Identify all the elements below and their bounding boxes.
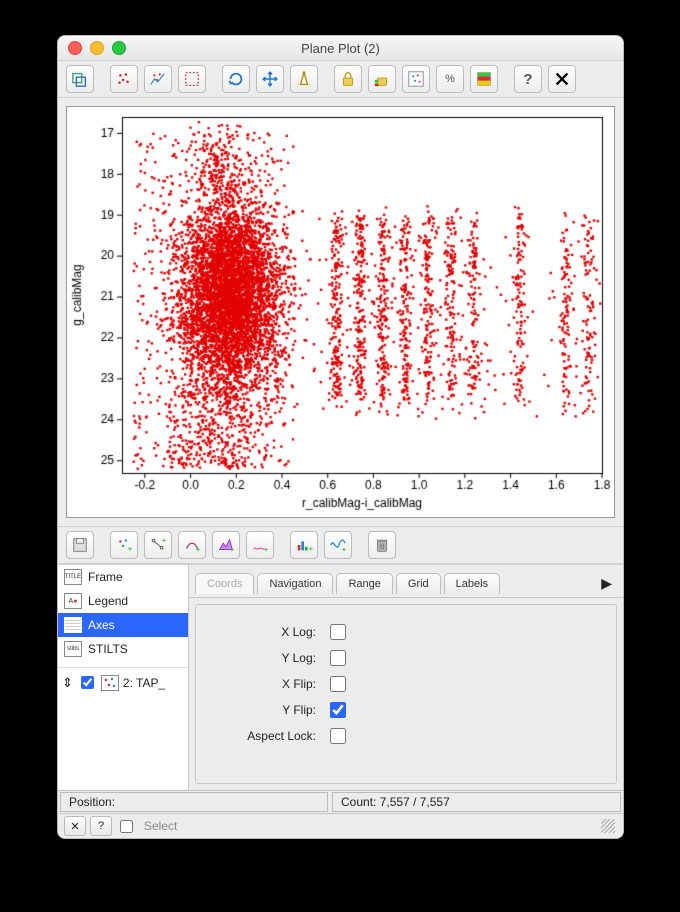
svg-text:+: + <box>309 544 314 553</box>
svg-text:+: + <box>230 545 235 554</box>
lock-aux-button[interactable] <box>368 65 396 93</box>
ylog-label: Y Log: <box>206 651 326 665</box>
sidebar-item-label: STILTS <box>88 642 128 656</box>
legend-icon: A● <box>64 593 82 609</box>
measure-button[interactable] <box>290 65 318 93</box>
yflip-checkbox[interactable] <box>330 702 346 718</box>
window-title: Plane Plot (2) <box>58 41 623 56</box>
lock-axes-button[interactable] <box>334 65 362 93</box>
redraw-button[interactable] <box>222 65 250 93</box>
plane-plot-window: Plane Plot (2) % ? + + + + + + <box>57 35 624 839</box>
control-tree: TITLE Frame A● Legend Axes stilts STILTS… <box>58 565 189 790</box>
rescale-button[interactable] <box>144 65 172 93</box>
main-toolbar: % ? <box>58 61 623 98</box>
delete-layer-button[interactable] <box>368 531 396 559</box>
replot-button[interactable] <box>110 65 138 93</box>
axes-config-panel: Coords Navigation Range Grid Labels ▶ X … <box>189 565 623 790</box>
add-pair-layer-button[interactable]: + <box>144 531 172 559</box>
sidebar-item-legend[interactable]: A● Legend <box>58 589 188 613</box>
sidebar-layer-row[interactable]: ⇕ 2: TAP_ <box>58 667 188 697</box>
scatter-plot[interactable] <box>67 107 614 515</box>
xflip-checkbox[interactable] <box>330 676 346 692</box>
sidebar-item-frame[interactable]: TITLE Frame <box>58 565 188 589</box>
control-panel: TITLE Frame A● Legend Axes stilts STILTS… <box>58 564 623 790</box>
percent-button[interactable]: % <box>436 65 464 93</box>
position-label: Position: <box>69 795 115 809</box>
select-mode-checkbox[interactable] <box>120 820 133 833</box>
plot-area <box>58 98 623 526</box>
sidebar-item-label: Legend <box>88 594 128 608</box>
close-window-button[interactable] <box>68 41 82 55</box>
axes-icon <box>64 617 82 633</box>
frame-icon: TITLE <box>64 569 82 585</box>
legend-button[interactable] <box>470 65 498 93</box>
xlog-label: X Log: <box>206 625 326 639</box>
zoom-window-button[interactable] <box>112 41 126 55</box>
xflip-label: X Flip: <box>206 677 326 691</box>
tab-navigation[interactable]: Navigation <box>257 573 333 594</box>
resize-grip-icon[interactable] <box>601 819 615 833</box>
svg-text:+: + <box>264 545 269 554</box>
count-value: 7,557 / 7,557 <box>380 795 450 809</box>
tab-labels[interactable]: Labels <box>444 573 500 594</box>
resize-button[interactable] <box>178 65 206 93</box>
add-area-layer-button[interactable]: + <box>212 531 240 559</box>
layer-mark-icon <box>101 675 119 691</box>
sidebar-item-stilts[interactable]: stilts STILTS <box>58 637 188 661</box>
tab-grid[interactable]: Grid <box>396 573 441 594</box>
export-plot-button[interactable] <box>66 65 94 93</box>
pan-button[interactable] <box>256 65 284 93</box>
xlog-checkbox[interactable] <box>330 624 346 640</box>
add-mark-layer-button[interactable]: + <box>110 531 138 559</box>
coords-form: X Log: Y Log: X Flip: Y Flip: Aspect Loc… <box>195 604 617 784</box>
stilts-icon: stilts <box>64 641 82 657</box>
count-label: Count: <box>341 795 376 809</box>
add-histogram-layer-button[interactable]: + <box>290 531 318 559</box>
tab-range[interactable]: Range <box>336 573 392 594</box>
svg-text:+: + <box>128 544 133 553</box>
sidebar-item-axes[interactable]: Axes <box>58 613 188 637</box>
close-button[interactable] <box>548 65 576 93</box>
sidebar-item-label: Frame <box>88 570 123 584</box>
help-select-button[interactable]: ? <box>90 816 112 836</box>
sketch-button[interactable] <box>402 65 430 93</box>
cancel-select-button[interactable]: ✕ <box>64 816 86 836</box>
svg-text:+: + <box>196 545 201 554</box>
help-button[interactable]: ? <box>514 65 542 93</box>
save-layer-button[interactable] <box>66 531 94 559</box>
status-bar: Position: Count: 7,557 / 7,557 <box>58 790 623 813</box>
reorder-handle-icon[interactable]: ⇕ <box>62 675 73 691</box>
tab-coords[interactable]: Coords <box>195 573 254 594</box>
aspect-label: Aspect Lock: <box>206 729 326 743</box>
select-label: Select <box>144 819 177 833</box>
layer-label: 2: TAP_ <box>123 676 165 690</box>
footer-bar: ✕ ? Select <box>58 813 623 838</box>
tabs-overflow-button[interactable]: ▶ <box>596 575 617 592</box>
sidebar-item-label: Axes <box>88 618 115 632</box>
minimize-window-button[interactable] <box>90 41 104 55</box>
add-vector-layer-button[interactable]: + <box>178 531 206 559</box>
window-controls <box>68 41 126 55</box>
aspect-lock-checkbox[interactable] <box>330 728 346 744</box>
svg-text:+: + <box>162 536 167 545</box>
ylog-checkbox[interactable] <box>330 650 346 666</box>
titlebar: Plane Plot (2) <box>58 36 623 61</box>
yflip-label: Y Flip: <box>206 703 326 717</box>
layer-visible-checkbox[interactable] <box>81 676 94 689</box>
svg-text:+: + <box>342 545 347 554</box>
add-spectro-layer-button[interactable]: + <box>246 531 274 559</box>
axes-tabs: Coords Navigation Range Grid Labels ▶ <box>189 565 623 598</box>
plot-canvas-frame[interactable] <box>66 106 615 518</box>
layer-toolbar: + + + + + + + <box>58 526 623 564</box>
add-function-layer-button[interactable]: + <box>324 531 352 559</box>
